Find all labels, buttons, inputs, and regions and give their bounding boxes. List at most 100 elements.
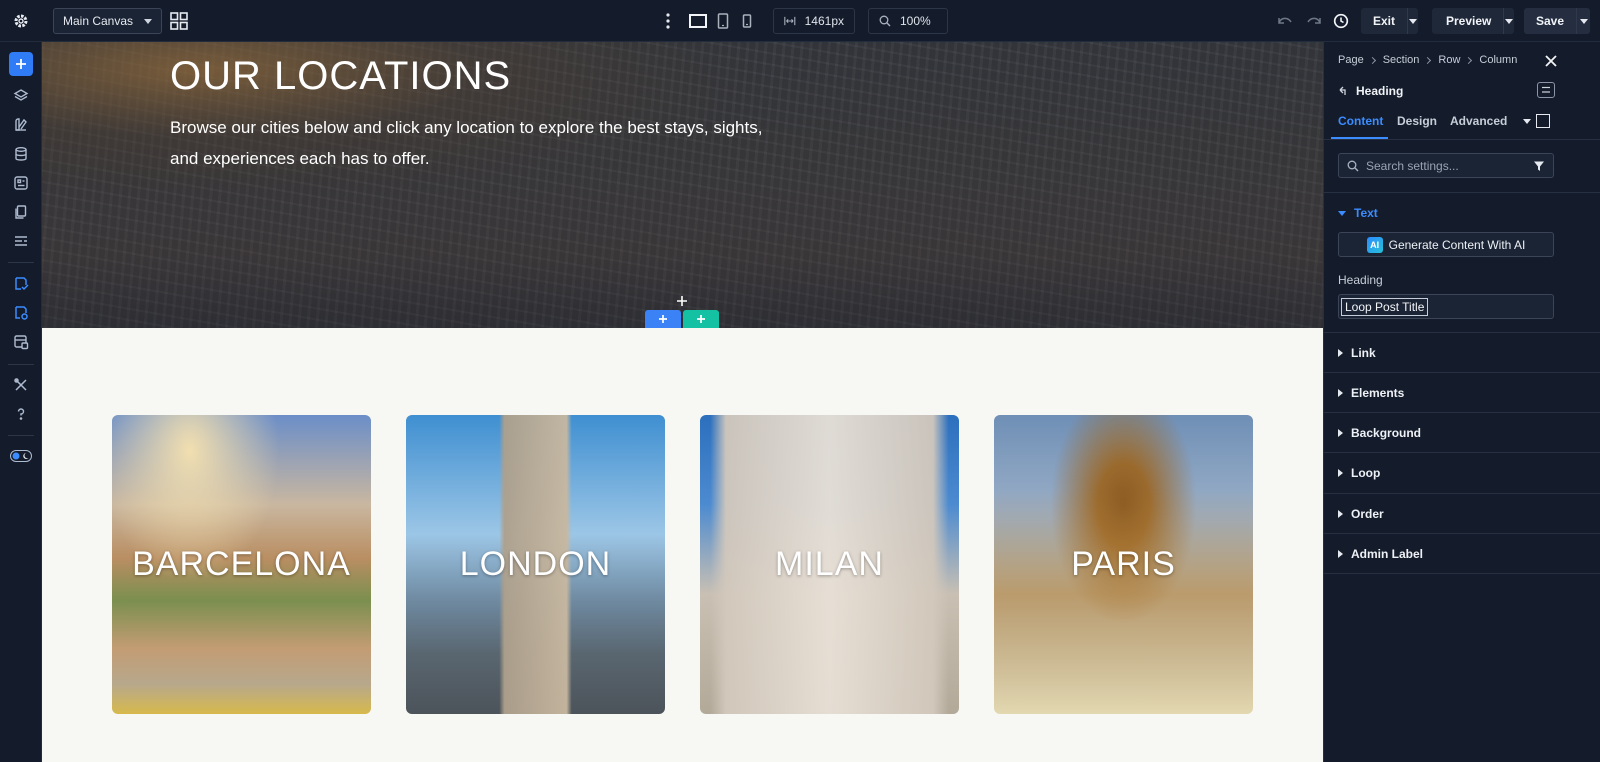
add-row-button[interactable] bbox=[683, 310, 719, 328]
database-icon[interactable] bbox=[9, 142, 33, 166]
section-elements-toggle[interactable]: Elements bbox=[1338, 386, 1404, 400]
exit-button[interactable]: Exit bbox=[1361, 8, 1418, 34]
panel-options-icon[interactable] bbox=[1537, 82, 1555, 98]
tools-icon[interactable] bbox=[9, 373, 33, 397]
chevron-right-icon bbox=[1338, 429, 1343, 437]
add-module-icon[interactable] bbox=[676, 294, 688, 306]
rail-divider bbox=[8, 364, 34, 365]
save-button[interactable]: Save bbox=[1524, 8, 1590, 34]
element-header: Heading bbox=[1338, 84, 1403, 98]
location-card-title: BARCELONA bbox=[132, 545, 351, 583]
breadcrumb-row[interactable]: Row bbox=[1438, 54, 1460, 66]
tab-design[interactable]: Design bbox=[1397, 114, 1437, 128]
canvas-selector-label: Main Canvas bbox=[63, 14, 134, 28]
loop-builder-icon[interactable] bbox=[9, 272, 33, 296]
tabs-more-chevron-icon[interactable] bbox=[1523, 119, 1531, 124]
tablet-view-icon[interactable] bbox=[716, 12, 730, 30]
chevron-right-icon bbox=[1338, 389, 1343, 397]
breadcrumb-page[interactable]: Page bbox=[1338, 54, 1364, 66]
templates-icon[interactable] bbox=[9, 330, 33, 354]
builder-canvas[interactable]: OUR LOCATIONS Browse our cities below an… bbox=[42, 42, 1323, 762]
tab-advanced[interactable]: Advanced bbox=[1450, 114, 1507, 128]
plus-icon bbox=[16, 59, 26, 69]
filter-icon[interactable] bbox=[1533, 160, 1545, 172]
chevron-down-icon bbox=[1338, 210, 1346, 216]
zoom-field[interactable]: 100% bbox=[868, 8, 948, 34]
chevron-right-icon bbox=[1338, 349, 1343, 357]
generate-ai-button[interactable]: AI Generate Content With AI bbox=[1338, 232, 1554, 257]
heading-field[interactable]: Loop Post Title bbox=[1338, 294, 1554, 319]
section-order-toggle[interactable]: Order bbox=[1338, 507, 1384, 521]
preview-button[interactable]: Preview bbox=[1432, 8, 1514, 34]
hero-section[interactable]: OUR LOCATIONS Browse our cities below an… bbox=[42, 42, 1323, 328]
hero-title[interactable]: OUR LOCATIONS bbox=[170, 54, 511, 99]
panel-tabs: Content Design Advanced bbox=[1324, 108, 1600, 140]
panel-divider bbox=[1324, 493, 1600, 494]
panel-divider bbox=[1324, 192, 1600, 193]
chevron-right-icon bbox=[1338, 510, 1343, 518]
rail-divider bbox=[8, 262, 34, 263]
plus-icon bbox=[697, 315, 705, 323]
section-admin-label-toggle[interactable]: Admin Label bbox=[1338, 547, 1423, 561]
canvas-width-value: 1461px bbox=[804, 14, 844, 28]
chevron-right-icon bbox=[1338, 469, 1343, 477]
close-icon[interactable] bbox=[1542, 52, 1560, 70]
search-icon bbox=[879, 15, 891, 27]
add-element-button[interactable] bbox=[9, 52, 33, 76]
tab-content[interactable]: Content bbox=[1338, 114, 1383, 128]
breadcrumb-column[interactable]: Column bbox=[1479, 54, 1517, 66]
search-icon bbox=[1347, 160, 1359, 171]
redo-icon[interactable] bbox=[1304, 11, 1324, 31]
theme-builder-icon[interactable] bbox=[9, 113, 33, 137]
location-card-milan[interactable]: MILAN bbox=[700, 415, 959, 714]
exit-label: Exit bbox=[1373, 14, 1396, 28]
panel-divider bbox=[1324, 372, 1600, 373]
chevron-right-icon bbox=[1424, 56, 1432, 64]
search-placeholder: Search settings... bbox=[1366, 158, 1459, 173]
back-arrow-icon[interactable] bbox=[1338, 86, 1348, 96]
preview-menu-chevron-icon[interactable] bbox=[1503, 8, 1514, 34]
breadcrumb-section[interactable]: Section bbox=[1383, 54, 1420, 66]
location-card-london[interactable]: LONDON bbox=[406, 415, 665, 714]
history-icon[interactable] bbox=[1331, 11, 1351, 31]
pages-icon[interactable] bbox=[9, 200, 33, 224]
top-toolbar: Main Canvas 1461px 100% Exit Preview Sav… bbox=[0, 0, 1600, 42]
chevron-right-icon bbox=[1338, 550, 1343, 558]
settings-search-input[interactable]: Search settings... bbox=[1338, 153, 1554, 178]
save-menu-chevron-icon[interactable] bbox=[1576, 8, 1590, 34]
gear-icon[interactable] bbox=[10, 10, 32, 32]
layout-icon[interactable] bbox=[9, 229, 33, 253]
section-link-label: Link bbox=[1351, 346, 1376, 360]
rail-divider bbox=[8, 435, 34, 436]
window-mode-icon[interactable] bbox=[1536, 114, 1550, 128]
canvas-width-field[interactable]: 1461px bbox=[773, 8, 855, 34]
location-card-barcelona[interactable]: BARCELONA bbox=[112, 415, 371, 714]
section-background-toggle[interactable]: Background bbox=[1338, 426, 1421, 440]
active-tab-indicator bbox=[1331, 137, 1388, 139]
mobile-view-icon[interactable] bbox=[741, 12, 753, 30]
section-loop-toggle[interactable]: Loop bbox=[1338, 466, 1380, 480]
panel-divider bbox=[1324, 452, 1600, 453]
save-label: Save bbox=[1536, 14, 1565, 28]
more-options-icon[interactable] bbox=[664, 12, 672, 30]
layout-grid-icon[interactable] bbox=[170, 12, 188, 30]
section-link-toggle[interactable]: Link bbox=[1338, 346, 1376, 360]
dynamic-content-icon[interactable] bbox=[9, 301, 33, 325]
add-section-button[interactable] bbox=[645, 310, 681, 328]
dark-mode-toggle[interactable] bbox=[9, 444, 33, 468]
heading-field-value[interactable]: Loop Post Title bbox=[1341, 297, 1429, 316]
location-card-paris[interactable]: PARIS bbox=[994, 415, 1253, 714]
help-icon[interactable] bbox=[9, 402, 33, 426]
modules-icon[interactable] bbox=[9, 171, 33, 195]
panel-divider bbox=[1324, 573, 1600, 574]
section-admin-label-label: Admin Label bbox=[1351, 547, 1424, 561]
exit-menu-chevron-icon[interactable] bbox=[1407, 8, 1418, 34]
hero-subtitle[interactable]: Browse our cities below and click any lo… bbox=[170, 112, 770, 174]
location-card-title: MILAN bbox=[775, 545, 884, 583]
canvas-selector[interactable]: Main Canvas bbox=[53, 8, 162, 34]
section-text-toggle[interactable]: Text bbox=[1338, 206, 1378, 220]
desktop-view-icon[interactable] bbox=[689, 12, 707, 30]
undo-icon[interactable] bbox=[1275, 11, 1295, 31]
zoom-value: 100% bbox=[900, 14, 931, 28]
layers-icon[interactable] bbox=[9, 84, 33, 108]
